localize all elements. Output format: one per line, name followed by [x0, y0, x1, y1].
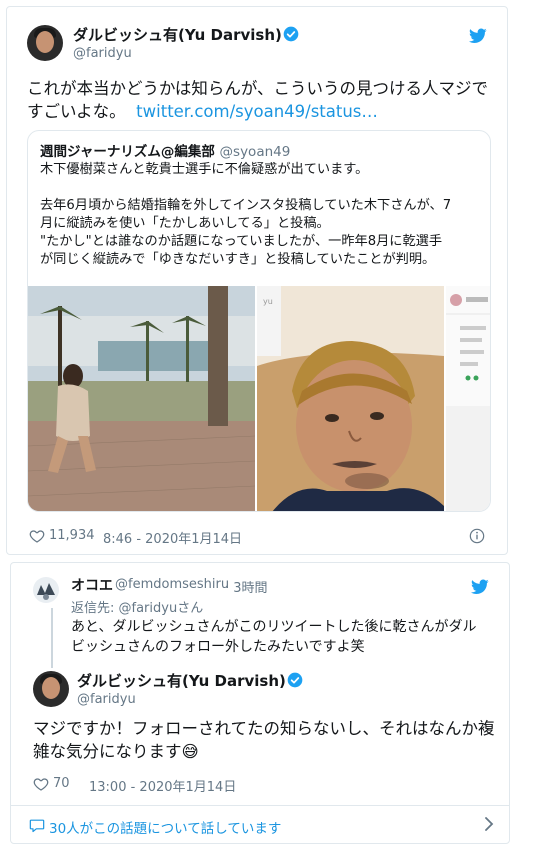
- insta-photo-illustration: [446, 286, 490, 511]
- quoted-author: 週間ジャーナリズム@編集部 @syoan49: [40, 140, 290, 160]
- reply-author-avatar[interactable]: [33, 577, 59, 603]
- tweet-card: ダルビッシュ有(Yu Darvish) @faridyu これが本当かどうかは知…: [6, 6, 508, 555]
- reply-to-label[interactable]: 返信先: @faridyuさん: [71, 597, 203, 616]
- verified-badge-icon: [287, 672, 303, 688]
- quoted-text: 木下優樹菜さんと乾貴士選手に不倫疑惑が出ています。 去年6月頃から結婚指輪を外し…: [40, 162, 452, 267]
- tweet-text: これが本当かどうかは知らんが、こういうの見つける人マジで すごいよな。 twit…: [27, 77, 497, 123]
- quoted-author-handle[interactable]: @syoan49: [220, 144, 291, 160]
- tweet-text-line2: すごいよな。 twitter.com/syoan49/status…: [27, 100, 497, 123]
- reply-author-name[interactable]: オコエ: [71, 575, 113, 595]
- author-handle[interactable]: @faridyu: [73, 46, 132, 61]
- author-name[interactable]: ダルビッシュ有(Yu Darvish): [73, 24, 282, 45]
- reply-author-handle[interactable]: @femdomseshiru: [115, 577, 229, 592]
- author-name[interactable]: ダルビッシュ有(Yu Darvish): [77, 670, 286, 691]
- reply-time[interactable]: · 3時間: [225, 577, 268, 596]
- tweet-text-line1: これが本当かどうかは知らんが、こういうの見つける人マジで: [27, 79, 489, 98]
- reply-avatar-illustration: [37, 583, 55, 600]
- twitter-bird-icon[interactable]: [469, 28, 487, 44]
- like-count[interactable]: 11,934: [49, 528, 95, 543]
- heart-icon[interactable]: [33, 776, 49, 792]
- heart-icon[interactable]: [29, 528, 45, 544]
- quoted-author-name[interactable]: 週間ジャーナリズム@編集部: [40, 144, 215, 160]
- reply-text-line2: ビッシュさんのフォロー外したみたいですよ笑: [71, 639, 365, 655]
- reply-tweet-text-line1: マジですか！フォローされてたの知らないし、それはなんか複: [33, 719, 495, 738]
- quoted-tweet[interactable]: 週間ジャーナリズム@編集部 @syoan49 木下優樹菜さんと乾貴士選手に不倫疑…: [27, 130, 491, 512]
- reply-tweet-text-line2: 雑な気分になります😅: [33, 742, 199, 761]
- tweet-text-line2-text: すごいよな。: [27, 102, 126, 121]
- tweet-timestamp[interactable]: 8:46 - 2020年1月14日: [103, 528, 242, 547]
- selfie-photo-illustration: yu: [257, 286, 444, 511]
- comment-icon: [29, 819, 45, 833]
- chevron-right-icon[interactable]: [483, 817, 495, 831]
- quoted-photo-selfie[interactable]: yu: [257, 286, 444, 511]
- quoted-photo-beach[interactable]: [28, 286, 255, 511]
- insta-label-text: yu: [263, 297, 273, 306]
- quoted-photo-insta[interactable]: [446, 286, 490, 511]
- reply-thread-card: オコエ @femdomseshiru · 3時間 返信先: @faridyuさん…: [10, 562, 510, 844]
- info-icon[interactable]: [469, 528, 485, 544]
- twitter-bird-icon[interactable]: [471, 579, 489, 595]
- tweet-timestamp[interactable]: 13:00 - 2020年1月14日: [89, 776, 236, 795]
- reply-tweet-text: マジですか！フォローされてたの知らないし、それはなんか複 雑な気分になります😅: [33, 717, 499, 763]
- reply-text: あと、ダルビッシュさんがこのリツイートした後に乾さんがダル ビッシュさんのフォロ…: [71, 617, 501, 657]
- author-avatar[interactable]: [33, 671, 69, 707]
- author-handle[interactable]: @faridyu: [77, 692, 136, 707]
- verified-badge-icon: [283, 26, 299, 42]
- conversation-footer[interactable]: 30人がこの話題について話しています: [11, 805, 509, 844]
- beach-photo-illustration: [28, 286, 255, 511]
- author-avatar[interactable]: [27, 25, 63, 61]
- reply-text-line1: あと、ダルビッシュさんがこのリツイートした後に乾さんがダル: [71, 619, 477, 635]
- thread-connector-line: [51, 608, 53, 668]
- conversation-count-text[interactable]: 30人がこの話題について話しています: [49, 817, 281, 837]
- like-count[interactable]: 70: [53, 776, 70, 791]
- quoted-link[interactable]: twitter.com/syoan49/status…: [136, 102, 378, 121]
